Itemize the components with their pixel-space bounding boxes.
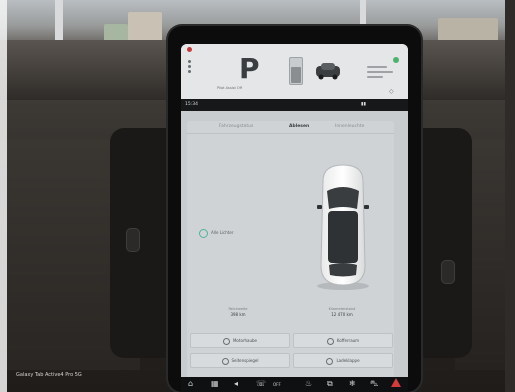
odometer-stat: Kilometerstand 12 470 km	[317, 307, 367, 317]
mirror-label: Seitenspiegel	[231, 358, 259, 363]
signal-icon: ▮▮	[361, 102, 366, 107]
car-icon[interactable]: ⛍	[370, 379, 378, 389]
vehicle-screen: P Pilot Assist Off ◇ 15:34 ▮▮ Fahrzeugst…	[181, 44, 408, 392]
tab-interior-light[interactable]: Innenleuchte	[335, 124, 364, 129]
vehicle-status-strip: P Pilot Assist Off ◇	[181, 44, 408, 99]
photo-left-edge	[0, 0, 7, 392]
odometer-label: Kilometerstand	[328, 307, 356, 311]
shelf-box	[128, 12, 162, 42]
seat-heat-icon[interactable]: ♨	[305, 379, 312, 389]
bottom-dock: ⌂ ▦ ◂ ☏ OFF ♨ ⧉ ❄ ⛍	[181, 377, 408, 392]
odometer-value: 12 470 km	[331, 312, 353, 317]
tab-bar: Fahrzeugstatus Ablesen Innenleuchte	[205, 124, 385, 136]
range-label: Reichweite	[228, 307, 248, 311]
hood-label: Motorhaube	[232, 338, 257, 343]
tab-divider	[187, 133, 394, 134]
battery-icon	[289, 57, 303, 85]
charge-flap-label: Ladeklappe	[336, 358, 360, 363]
defrost-icon[interactable]: ⧉	[327, 379, 333, 389]
drive-status-label: Pilot Assist Off	[217, 86, 243, 90]
charge-flap-button[interactable]: Ladeklappe	[293, 353, 393, 368]
mirror-icon	[221, 357, 229, 365]
message-icon[interactable]: ◇	[389, 88, 394, 95]
trunk-icon	[326, 337, 334, 345]
car-overhead-view	[317, 164, 369, 290]
photo-caption: Galaxy Tab Active4 Pro 5G	[16, 372, 82, 378]
menu-dots-icon[interactable]	[188, 60, 191, 75]
panel-card: Fahrzeugstatus Ablesen Innenleuchte Alle…	[187, 121, 394, 379]
car-top-icon	[316, 63, 340, 80]
mount-knob	[441, 260, 455, 284]
hazard-icon[interactable]	[391, 378, 401, 387]
clock: 15:34	[185, 102, 198, 107]
light-bulb-icon	[199, 229, 208, 238]
climate-status[interactable]: OFF	[273, 382, 281, 387]
gear-indicator: P	[239, 52, 260, 85]
volume-icon[interactable]: ◂	[234, 379, 238, 389]
system-icons	[207, 103, 267, 118]
hood-button[interactable]: Motorhaube	[190, 333, 290, 348]
trunk-label: Kofferraum	[336, 338, 360, 343]
mount-knob	[126, 228, 140, 252]
connected-status-icon	[393, 57, 399, 63]
charge-flap-icon	[326, 357, 334, 365]
climate-icon[interactable]: ❄	[349, 379, 356, 389]
window-pillar	[55, 0, 63, 40]
tab-readings[interactable]: Ablesen	[289, 124, 309, 129]
apps-icon[interactable]: ▦	[211, 379, 219, 389]
photo-right-edge	[505, 0, 515, 392]
mirror-button[interactable]: Seitenspiegel	[190, 353, 290, 368]
status-info-lines	[367, 66, 397, 81]
tab-vehicle-status[interactable]: Fahrzeugstatus	[219, 124, 253, 129]
home-icon[interactable]: ⌂	[188, 379, 193, 389]
lights-label: Alle Lichter	[211, 230, 234, 235]
system-bar: 15:34 ▮▮	[181, 99, 408, 118]
hood-icon	[222, 337, 230, 345]
phone-icon[interactable]: ☏	[256, 379, 266, 389]
range-value: 398 km	[230, 312, 246, 317]
range-stat: Reichweite 398 km	[213, 307, 263, 317]
camera-indicator-icon	[187, 47, 192, 52]
vehicle-panel: Fahrzeugstatus Ablesen Innenleuchte Alle…	[181, 111, 408, 392]
trunk-button[interactable]: Kofferraum	[293, 333, 393, 348]
